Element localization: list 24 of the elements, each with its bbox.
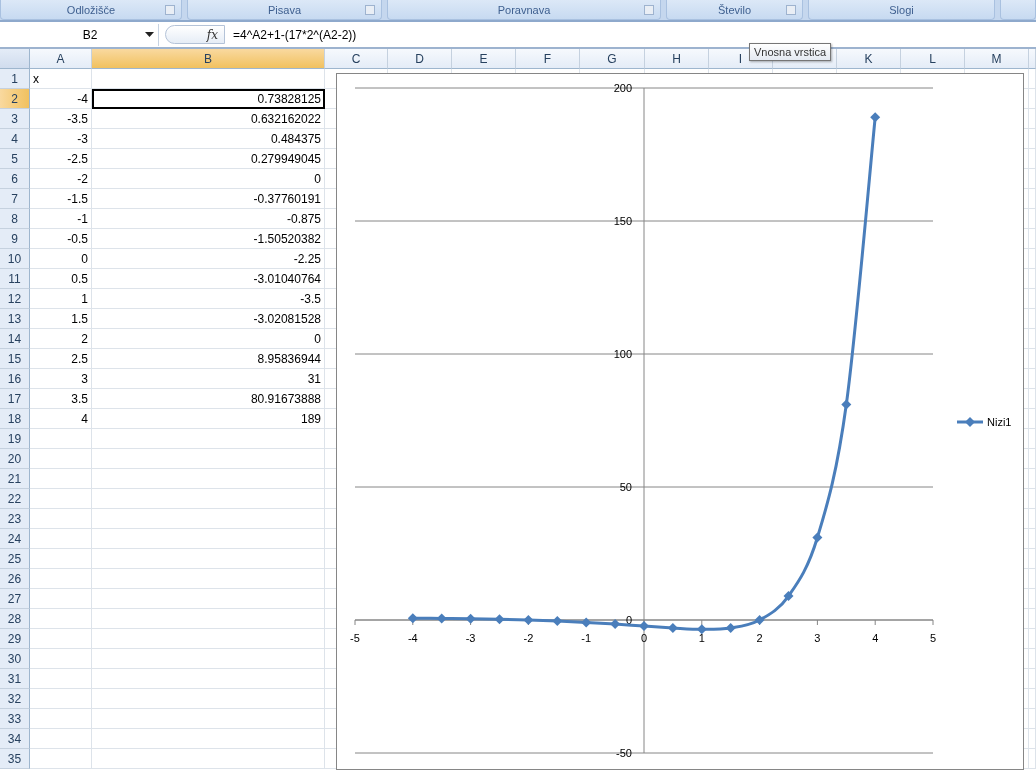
x-tick-label: -2 [523,632,534,644]
ribbon-group-label: Pisava [268,3,301,16]
tooltip: Vnosna vrstica [749,43,832,61]
y-tick-label: 100 [613,348,632,360]
y-tick-label: 200 [613,82,632,94]
ribbon-group-label: Število [718,3,751,16]
x-tick-label: 5 [929,632,937,644]
legend-label: Nizi1 [987,416,1012,428]
y-tick-label: 0 [625,614,632,626]
y-tick-label: 50 [619,481,632,493]
x-tick-label: -5 [350,632,360,644]
y-tick-label: -50 [616,747,632,759]
x-tick-label: -4 [407,632,418,644]
x-tick-label: 3 [814,632,821,644]
x-tick-label: 2 [756,632,763,644]
y-tick-label: 150 [613,215,632,227]
ribbon-group-label: Odložišče [66,3,116,16]
ribbon-group-label: Poravnava [497,3,551,16]
ribbon-group-label: Slogi [889,3,914,16]
x-tick-label: 1 [698,632,705,644]
x-tick-label: -1 [581,632,592,644]
x-tick-label: -3 [465,632,476,644]
x-tick-label: 4 [872,632,879,644]
x-tick-label: 0 [640,632,648,644]
